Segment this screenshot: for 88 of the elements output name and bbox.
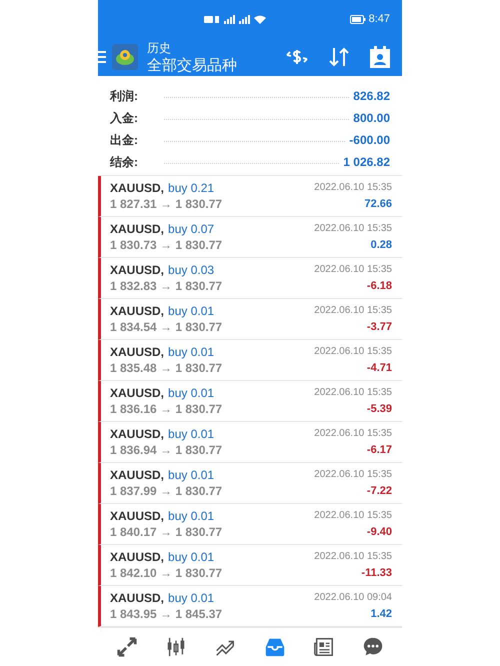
deal-profit: 0.28	[370, 238, 392, 253]
deal-profit: -3.77	[366, 320, 392, 335]
deal-profit: -6.17	[366, 443, 392, 458]
deal-symbol: XAUUSD,	[110, 508, 164, 524]
summary-value: 826.82	[353, 88, 390, 104]
deal-row[interactable]: XAUUSD, buy 0.01 1 842.10 → 1 830.77 2022.06.10 15:35 -11.33	[98, 545, 402, 586]
deal-symbol: XAUUSD,	[110, 262, 164, 278]
deal-prices: 1 832.83 → 1 830.77	[110, 278, 224, 294]
battery-icon	[350, 14, 366, 24]
deal-row[interactable]: XAUUSD, buy 0.01 1 837.99 → 1 830.77 2022.06.10 15:35 -7.22	[98, 463, 402, 504]
deal-time: 2022.06.10 15:35	[314, 222, 392, 236]
deal-side: buy 0.07	[168, 221, 214, 237]
deal-time: 2022.06.10 15:35	[314, 550, 392, 564]
deal-side: buy 0.01	[168, 467, 214, 483]
deal-time: 2022.06.10 15:35	[314, 509, 392, 523]
calendar-person-icon[interactable]	[370, 46, 390, 68]
summary-label: 入金:	[110, 110, 139, 126]
toolbar-title: 历史	[147, 42, 172, 54]
deal-side: buy 0.01	[168, 303, 214, 319]
deal-prices: 1 842.10 → 1 830.77	[110, 565, 224, 581]
deal-symbol: XAUUSD,	[110, 590, 164, 606]
summary-label: 出金:	[110, 132, 139, 148]
deal-row[interactable]: XAUUSD, buy 0.01 1 836.16 → 1 830.77 2022.06.10 15:35 -5.39	[98, 381, 402, 422]
deal-symbol: XAUUSD,	[110, 344, 164, 360]
deal-prices: 1 836.16 → 1 830.77	[110, 401, 224, 417]
deal-symbol: XAUUSD,	[110, 385, 164, 401]
sort-icon[interactable]	[328, 47, 350, 67]
deal-side: buy 0.01	[168, 344, 214, 360]
deal-prices: 1 836.94 → 1 830.77	[110, 442, 224, 458]
deal-row[interactable]: XAUUSD, buy 0.03 1 832.83 → 1 830.77 2022.06.10 15:35 -6.18	[98, 258, 402, 299]
deal-time: 2022.06.10 15:35	[314, 345, 392, 359]
deal-side: buy 0.01	[168, 508, 214, 524]
deal-side: buy 0.03	[168, 262, 214, 278]
deal-prices: 1 840.17 → 1 830.77	[110, 524, 224, 540]
deal-symbol: XAUUSD,	[110, 467, 164, 483]
deal-prices: 1 830.73 → 1 830.77	[110, 237, 224, 253]
deal-time: 2022.06.10 15:35	[314, 468, 392, 482]
deal-profit: 1.42	[370, 607, 392, 622]
deal-prices: 1 837.99 → 1 830.77	[110, 483, 224, 499]
deal-row[interactable]: XAUUSD, buy 0.01 1 843.95 → 1 845.37 2022.06.10 09:04 1.42	[98, 586, 402, 627]
deal-time: 2022.06.10 15:35	[314, 386, 392, 400]
deal-profit: -5.39	[366, 402, 392, 417]
deal-row[interactable]: XAUUSD, buy 0.01 1 840.17 → 1 830.77 2022.06.10 15:35 -9.40	[98, 504, 402, 545]
deal-profit: 72.66	[364, 197, 392, 212]
deal-side: buy 0.21	[168, 180, 214, 196]
deal-profit: -4.71	[366, 361, 392, 376]
deal-profit: -7.22	[366, 484, 392, 499]
deal-time: 2022.06.10 15:35	[314, 304, 392, 318]
inbox-icon[interactable]	[264, 636, 286, 658]
deal-profit: -9.40	[366, 525, 392, 540]
deal-time: 2022.06.10 09:04	[314, 591, 392, 605]
summary-label: 结余:	[110, 154, 139, 170]
deal-prices: 1 834.54 → 1 830.77	[110, 319, 224, 335]
currency-exchange-icon[interactable]	[286, 48, 308, 66]
deal-symbol: XAUUSD,	[110, 180, 164, 196]
deal-prices: 1 835.48 → 1 830.77	[110, 360, 224, 376]
deal-profit: -6.18	[366, 279, 392, 294]
deal-profit: -11.33	[361, 566, 392, 581]
deal-prices: 1 843.95 → 1 845.37	[110, 606, 224, 622]
deal-symbol: XAUUSD,	[110, 303, 164, 319]
deal-symbol: XAUUSD,	[110, 221, 164, 237]
deal-row[interactable]: XAUUSD, buy 0.07 1 830.73 → 1 830.77 2022.06.10 15:35 0.28	[98, 217, 402, 258]
summary-label: 利润:	[110, 88, 139, 104]
deal-row[interactable]: XAUUSD, buy 0.01 1 836.94 → 1 830.77 2022.06.10 15:35 -6.17	[98, 422, 402, 463]
status-time: 8:47	[368, 12, 390, 27]
deal-side: buy 0.01	[168, 590, 214, 606]
deal-symbol: XAUUSD,	[110, 549, 164, 565]
deal-time: 2022.06.10 15:35	[314, 427, 392, 441]
deal-side: buy 0.01	[168, 385, 214, 401]
summary-value: 1 026.82	[343, 154, 390, 170]
toolbar-subtitle: 全部交易品种	[147, 58, 237, 72]
deal-symbol: XAUUSD,	[110, 426, 164, 442]
summary-value: 800.00	[353, 110, 390, 126]
deal-row[interactable]: XAUUSD, buy 0.01 1 835.48 → 1 830.77 2022.06.10 15:35 -4.71	[98, 340, 402, 381]
newspaper-icon[interactable]	[312, 636, 335, 658]
deal-time: 2022.06.10 15:35	[314, 263, 392, 277]
deal-side: buy 0.01	[168, 426, 214, 442]
menu-icon[interactable]	[98, 51, 106, 63]
app-logo-icon[interactable]	[112, 44, 138, 70]
deal-time: 2022.06.10 15:35	[314, 181, 392, 195]
chat-bubble-icon[interactable]	[362, 636, 384, 658]
deal-row[interactable]: XAUUSD, buy 0.21 1 827.31 → 1 830.77 2022.06.10 15:35 72.66	[98, 176, 402, 217]
signal-status-icon	[204, 14, 268, 24]
deal-row[interactable]: XAUUSD, buy 0.01 1 834.54 → 1 830.77 2022.06.10 15:35 -3.77	[98, 299, 402, 340]
deal-side: buy 0.01	[168, 549, 214, 565]
deal-prices: 1 827.31 → 1 830.77	[110, 196, 224, 212]
summary-value: -600.00	[349, 132, 390, 148]
double-arrow-icon[interactable]	[116, 636, 138, 658]
